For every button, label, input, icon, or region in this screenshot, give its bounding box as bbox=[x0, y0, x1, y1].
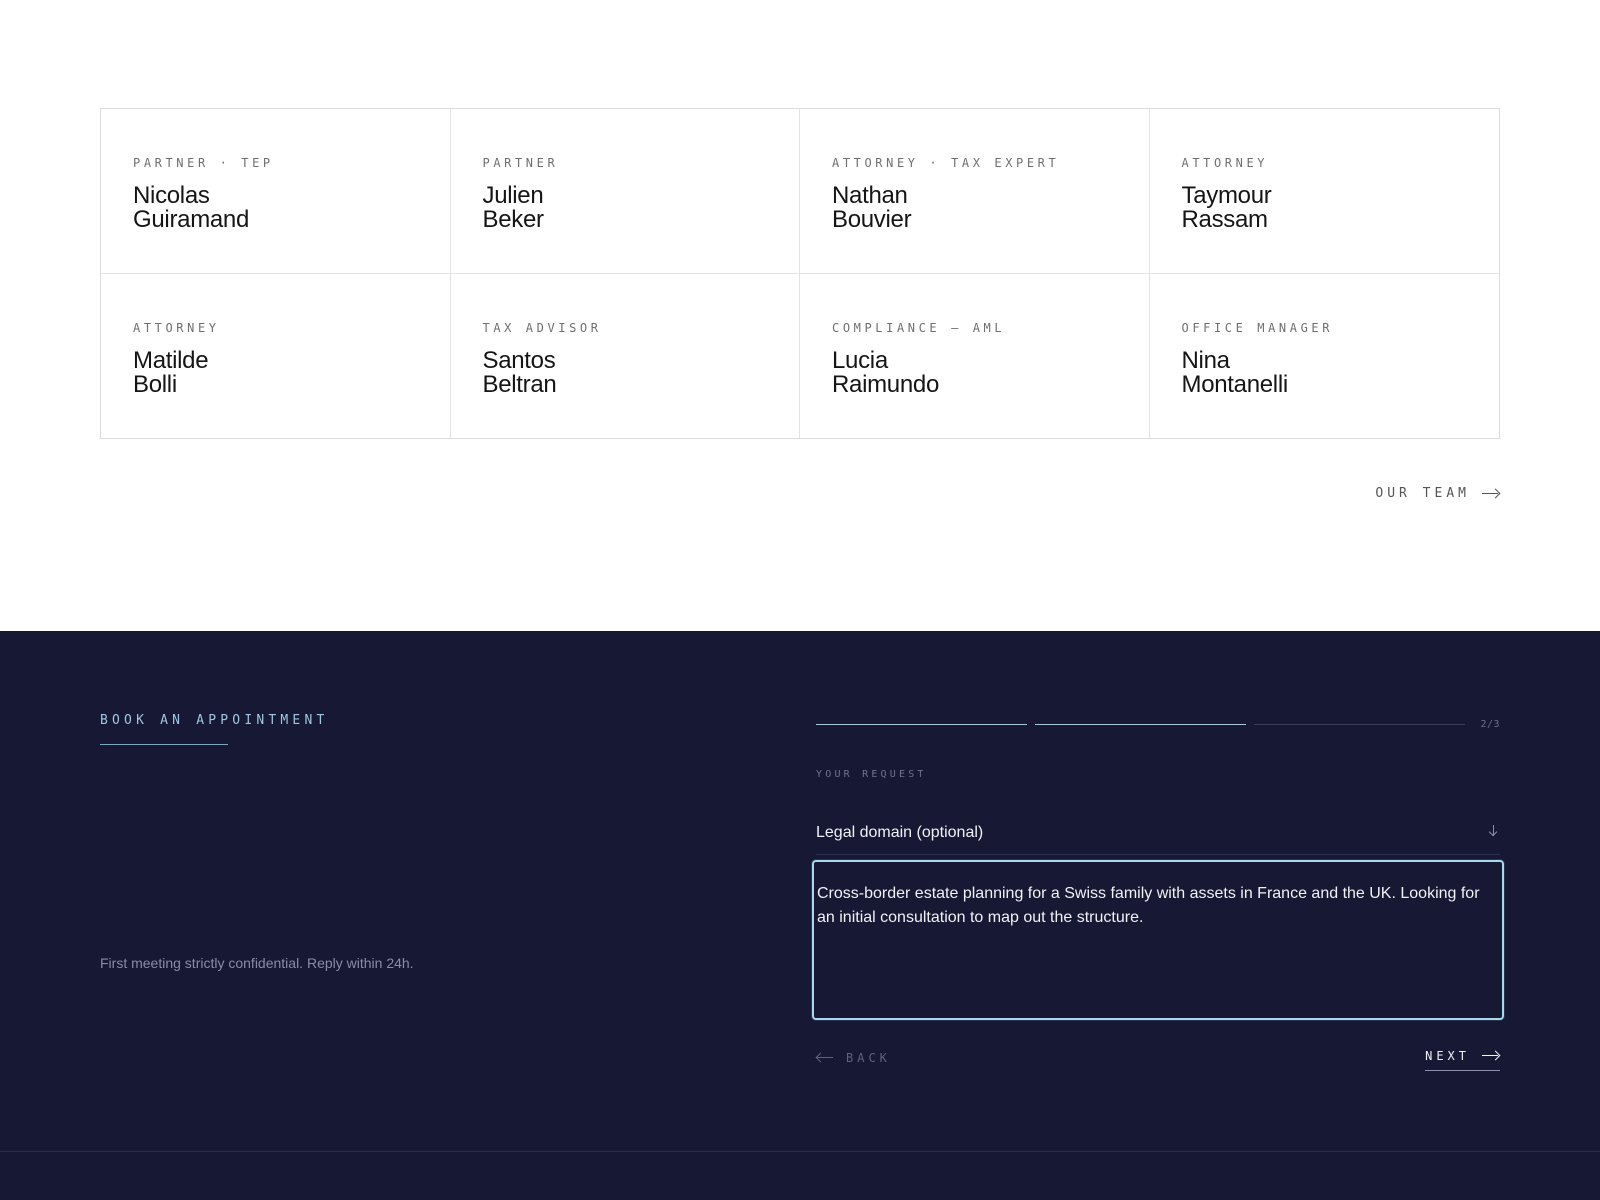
member-role: ATTORNEY · TAX EXPERT bbox=[832, 156, 1060, 170]
heading-underline bbox=[100, 744, 228, 745]
member-first-name: Santos bbox=[482, 346, 556, 374]
arrow-right-icon bbox=[1482, 1051, 1500, 1061]
request-textarea[interactable]: Cross-border estate planning for a Swiss… bbox=[812, 860, 1504, 1020]
team-member-card[interactable]: COMPLIANCE — AML Lucia Raimundo bbox=[800, 273, 1150, 438]
arrow-right-icon bbox=[1482, 489, 1500, 499]
arrow-down-icon bbox=[1490, 825, 1498, 837]
member-role: PARTNER · TEP bbox=[133, 156, 274, 170]
confidential-note: First meeting strictly confidential. Rep… bbox=[100, 955, 414, 971]
team-member-card[interactable]: OFFICE MANAGER Nina Montanelli bbox=[1150, 274, 1500, 439]
member-name: Taymour Rassam bbox=[1182, 184, 1468, 232]
member-name: Matilde Bolli bbox=[133, 346, 418, 398]
member-first-name: Nathan bbox=[832, 182, 908, 209]
member-role: ATTORNEY bbox=[1181, 156, 1269, 170]
member-name: Nicolas Guiramand bbox=[133, 184, 418, 232]
arrow-left-icon bbox=[816, 1053, 834, 1063]
member-last-name: Guiramand bbox=[133, 206, 250, 233]
member-first-name: Nicolas bbox=[133, 182, 210, 209]
back-button-label: BACK bbox=[846, 1051, 891, 1065]
member-first-name: Matilde bbox=[133, 346, 209, 374]
member-role: ATTORNEY bbox=[133, 320, 220, 335]
member-role: PARTNER bbox=[482, 156, 559, 170]
legal-domain-select[interactable]: Legal domain (optional) bbox=[816, 823, 1500, 855]
team-member-card[interactable]: TAX ADVISOR Santos Beltran bbox=[451, 273, 800, 438]
member-last-name: Rassam bbox=[1181, 206, 1269, 233]
member-last-name: Beltran bbox=[482, 370, 557, 398]
team-member-card[interactable]: PARTNER · TEP Nicolas Guiramand bbox=[101, 109, 451, 274]
your-request-label: YOUR REQUEST bbox=[816, 769, 927, 780]
member-last-name: Bolli bbox=[133, 370, 177, 398]
member-first-name: Lucia bbox=[832, 346, 888, 374]
team-member-card[interactable]: ATTORNEY Taymour Rassam bbox=[1149, 109, 1499, 274]
our-team-link-label: OUR TEAM bbox=[1375, 486, 1470, 501]
progress-step-2 bbox=[1035, 724, 1246, 725]
our-team-link[interactable]: OUR TEAM bbox=[1375, 486, 1500, 501]
team-member-card[interactable]: ATTORNEY · TAX EXPERT Nathan Bouvier bbox=[800, 109, 1150, 274]
team-grid: PARTNER · TEP Nicolas Guiramand PARTNER … bbox=[100, 108, 1500, 439]
team-member-card[interactable]: ATTORNEY Matilde Bolli bbox=[101, 273, 451, 438]
member-name: Santos Beltran bbox=[482, 346, 768, 398]
next-button[interactable]: NEXT bbox=[1425, 1049, 1500, 1071]
member-first-name: Taymour bbox=[1181, 182, 1272, 209]
member-name: Lucia Raimundo bbox=[832, 346, 1117, 398]
progress-step-1 bbox=[816, 724, 1027, 725]
team-member-card[interactable]: PARTNER Julien Beker bbox=[450, 109, 800, 274]
member-name: Nathan Bouvier bbox=[832, 184, 1117, 232]
next-button-label: NEXT bbox=[1425, 1049, 1470, 1063]
member-name: Nina Montanelli bbox=[1181, 346, 1468, 398]
member-last-name: Raimundo bbox=[832, 370, 939, 398]
member-last-name: Beker bbox=[482, 206, 545, 233]
book-appointment-heading: BOOK AN APPOINTMENT bbox=[100, 713, 329, 728]
back-button[interactable]: BACK bbox=[816, 1051, 891, 1065]
member-role: OFFICE MANAGER bbox=[1181, 320, 1334, 335]
member-name: Julien Beker bbox=[483, 184, 768, 232]
member-last-name: Bouvier bbox=[832, 206, 912, 233]
member-role: COMPLIANCE — AML bbox=[832, 320, 1006, 335]
step-counter: 2/3 bbox=[1480, 719, 1500, 730]
member-first-name: Julien bbox=[482, 182, 544, 209]
legal-domain-value: Legal domain (optional) bbox=[816, 824, 984, 841]
team-section: PARTNER · TEP Nicolas Guiramand PARTNER … bbox=[0, 0, 1600, 631]
member-role: TAX ADVISOR bbox=[482, 320, 602, 335]
member-first-name: Nina bbox=[1181, 346, 1230, 374]
progress-step-3 bbox=[1254, 724, 1465, 725]
step-progress: 2/3 bbox=[816, 719, 1500, 731]
footer-divider bbox=[0, 1151, 1600, 1152]
member-last-name: Montanelli bbox=[1181, 370, 1289, 398]
booking-section: BOOK AN APPOINTMENT First meeting strict… bbox=[0, 631, 1600, 1200]
